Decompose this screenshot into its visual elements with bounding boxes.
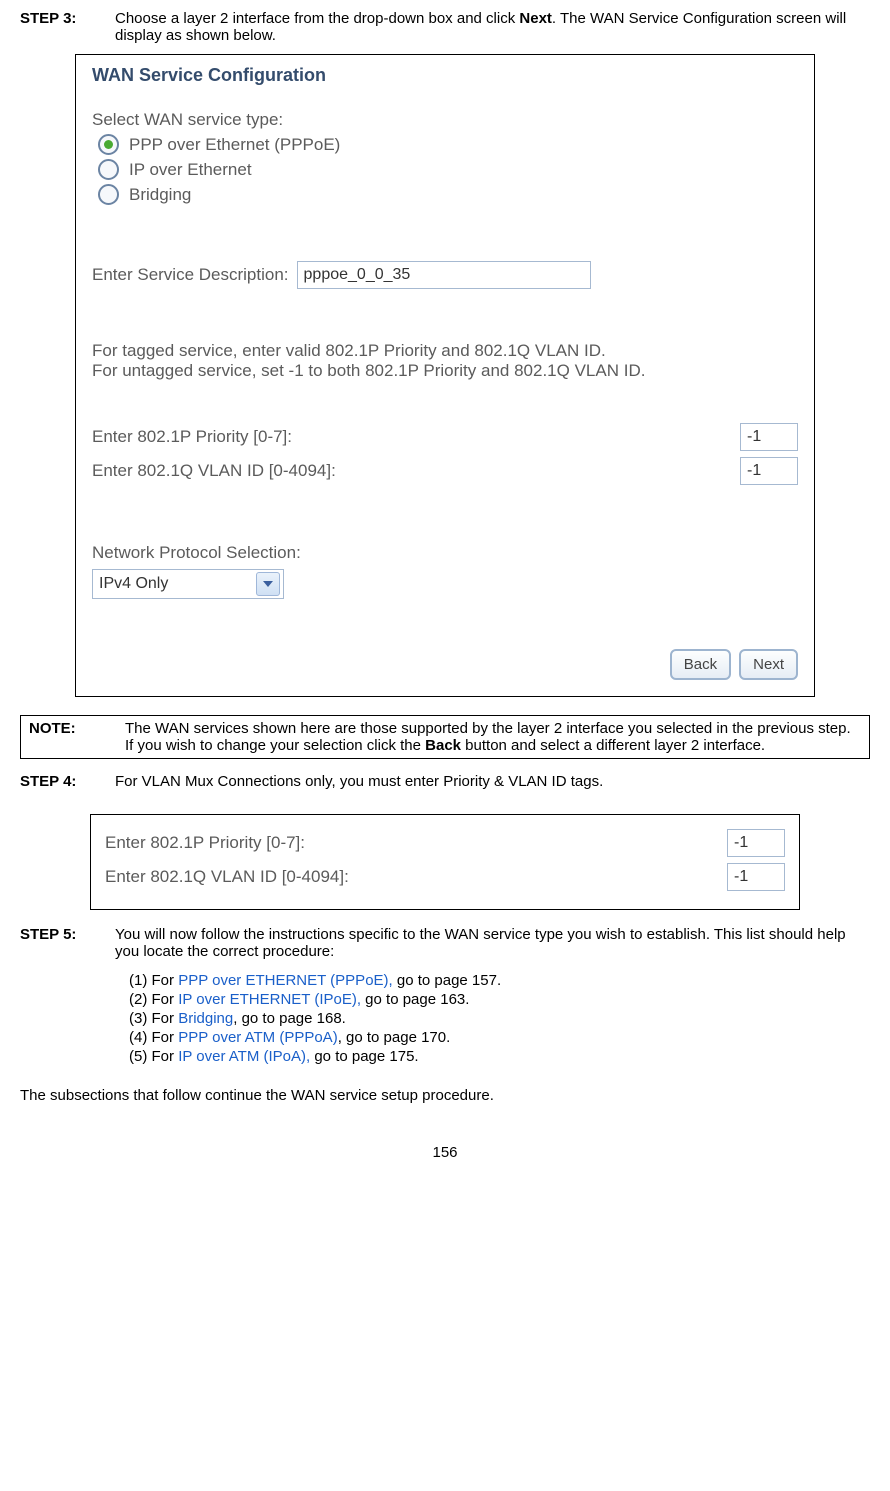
page-number: 156 bbox=[20, 1144, 870, 1161]
vlan-panel: Enter 802.1P Priority [0-7]: -1 Enter 80… bbox=[90, 814, 800, 910]
step3-text-a: Choose a layer 2 interface from the drop… bbox=[115, 10, 519, 27]
list-item: (2) For IP over ETHERNET (IPoE), go to p… bbox=[129, 991, 870, 1008]
step-3-body: Choose a layer 2 interface from the drop… bbox=[115, 10, 870, 44]
protocol-value: IPv4 Only bbox=[93, 575, 253, 593]
back-button[interactable]: Back bbox=[670, 649, 731, 680]
vlan-row-2: Enter 802.1Q VLAN ID [0-4094]: -1 bbox=[105, 863, 785, 891]
link-pppoa[interactable]: PPP over ATM (PPPoA) bbox=[178, 1029, 338, 1046]
service-desc-row: Enter Service Description: pppoe_0_0_35 bbox=[92, 261, 798, 289]
link-ipoa[interactable]: IP over ATM (IPoA), bbox=[178, 1048, 310, 1065]
vlan-input[interactable]: -1 bbox=[740, 457, 798, 485]
priority-row: Enter 802.1P Priority [0-7]: -1 bbox=[92, 423, 798, 451]
wan-select-label: Select WAN service type: bbox=[92, 110, 798, 130]
vlan-label-2: Enter 802.1Q VLAN ID [0-4094]: bbox=[105, 867, 349, 887]
chevron-down-icon[interactable] bbox=[256, 572, 280, 596]
step3-text-bold: Next bbox=[519, 10, 552, 27]
tagged-line1: For tagged service, enter valid 802.1P P… bbox=[92, 341, 798, 361]
link-ipoe[interactable]: IP over ETHERNET (IPoE), bbox=[178, 991, 361, 1008]
priority-row-2: Enter 802.1P Priority [0-7]: -1 bbox=[105, 829, 785, 857]
service-desc-label: Enter Service Description: bbox=[92, 265, 289, 285]
step-5: STEP 5: You will now follow the instruct… bbox=[20, 926, 870, 1067]
radio-ipoe-label: IP over Ethernet bbox=[129, 160, 252, 180]
closing-text: The subsections that follow continue the… bbox=[20, 1087, 870, 1104]
tagged-line2: For untagged service, set -1 to both 802… bbox=[92, 361, 798, 381]
radio-pppoe-label: PPP over Ethernet (PPPoE) bbox=[129, 135, 340, 155]
protocol-label: Network Protocol Selection: bbox=[92, 543, 798, 563]
step-5-body: You will now follow the instructions spe… bbox=[115, 926, 870, 1067]
note-text-bold: Back bbox=[425, 737, 461, 754]
link-pppoe[interactable]: PPP over ETHERNET (PPPoE), bbox=[178, 972, 393, 989]
vlan-label: Enter 802.1Q VLAN ID [0-4094]: bbox=[92, 461, 336, 481]
list-item: (1) For PPP over ETHERNET (PPPoE), go to… bbox=[129, 972, 870, 989]
link-bridging[interactable]: Bridging bbox=[178, 1010, 233, 1027]
step5-list: (1) For PPP over ETHERNET (PPPoE), go to… bbox=[129, 972, 870, 1065]
list-item: (3) For Bridging, go to page 168. bbox=[129, 1010, 870, 1027]
priority-input[interactable]: -1 bbox=[740, 423, 798, 451]
priority-input-2[interactable]: -1 bbox=[727, 829, 785, 857]
note-text-b: button and select a different layer 2 in… bbox=[461, 737, 765, 754]
wan-title: WAN Service Configuration bbox=[92, 65, 798, 86]
radio-ipoe[interactable] bbox=[98, 159, 119, 180]
note-label: NOTE: bbox=[29, 720, 76, 737]
radio-ipoe-row[interactable]: IP over Ethernet bbox=[98, 159, 798, 180]
step-4-body: For VLAN Mux Connections only, you must … bbox=[115, 773, 870, 790]
radio-bridge[interactable] bbox=[98, 184, 119, 205]
note-box: NOTE: The WAN services shown here are th… bbox=[20, 715, 870, 759]
step-5-label: STEP 5: bbox=[20, 926, 115, 1067]
step-4-label: STEP 4: bbox=[20, 773, 115, 790]
protocol-select[interactable]: IPv4 Only bbox=[92, 569, 284, 599]
button-row: Back Next bbox=[92, 649, 798, 680]
radio-bridge-row[interactable]: Bridging bbox=[98, 184, 798, 205]
vlan-input-2[interactable]: -1 bbox=[727, 863, 785, 891]
step-3: STEP 3: Choose a layer 2 interface from … bbox=[20, 10, 870, 44]
service-desc-input[interactable]: pppoe_0_0_35 bbox=[297, 261, 591, 289]
list-item: (5) For IP over ATM (IPoA), go to page 1… bbox=[129, 1048, 870, 1065]
radio-bridge-label: Bridging bbox=[129, 185, 191, 205]
radio-pppoe-row[interactable]: PPP over Ethernet (PPPoE) bbox=[98, 134, 798, 155]
radio-pppoe[interactable] bbox=[98, 134, 119, 155]
note-body: The WAN services shown here are those su… bbox=[117, 716, 870, 759]
wan-config-panel: WAN Service Configuration Select WAN ser… bbox=[75, 54, 815, 697]
priority-label: Enter 802.1P Priority [0-7]: bbox=[92, 427, 292, 447]
step-3-label: STEP 3: bbox=[20, 10, 115, 44]
next-button[interactable]: Next bbox=[739, 649, 798, 680]
step5-text: You will now follow the instructions spe… bbox=[115, 926, 846, 960]
priority-label-2: Enter 802.1P Priority [0-7]: bbox=[105, 833, 305, 853]
step-4: STEP 4: For VLAN Mux Connections only, y… bbox=[20, 773, 870, 790]
vlan-row: Enter 802.1Q VLAN ID [0-4094]: -1 bbox=[92, 457, 798, 485]
list-item: (4) For PPP over ATM (PPPoA), go to page… bbox=[129, 1029, 870, 1046]
